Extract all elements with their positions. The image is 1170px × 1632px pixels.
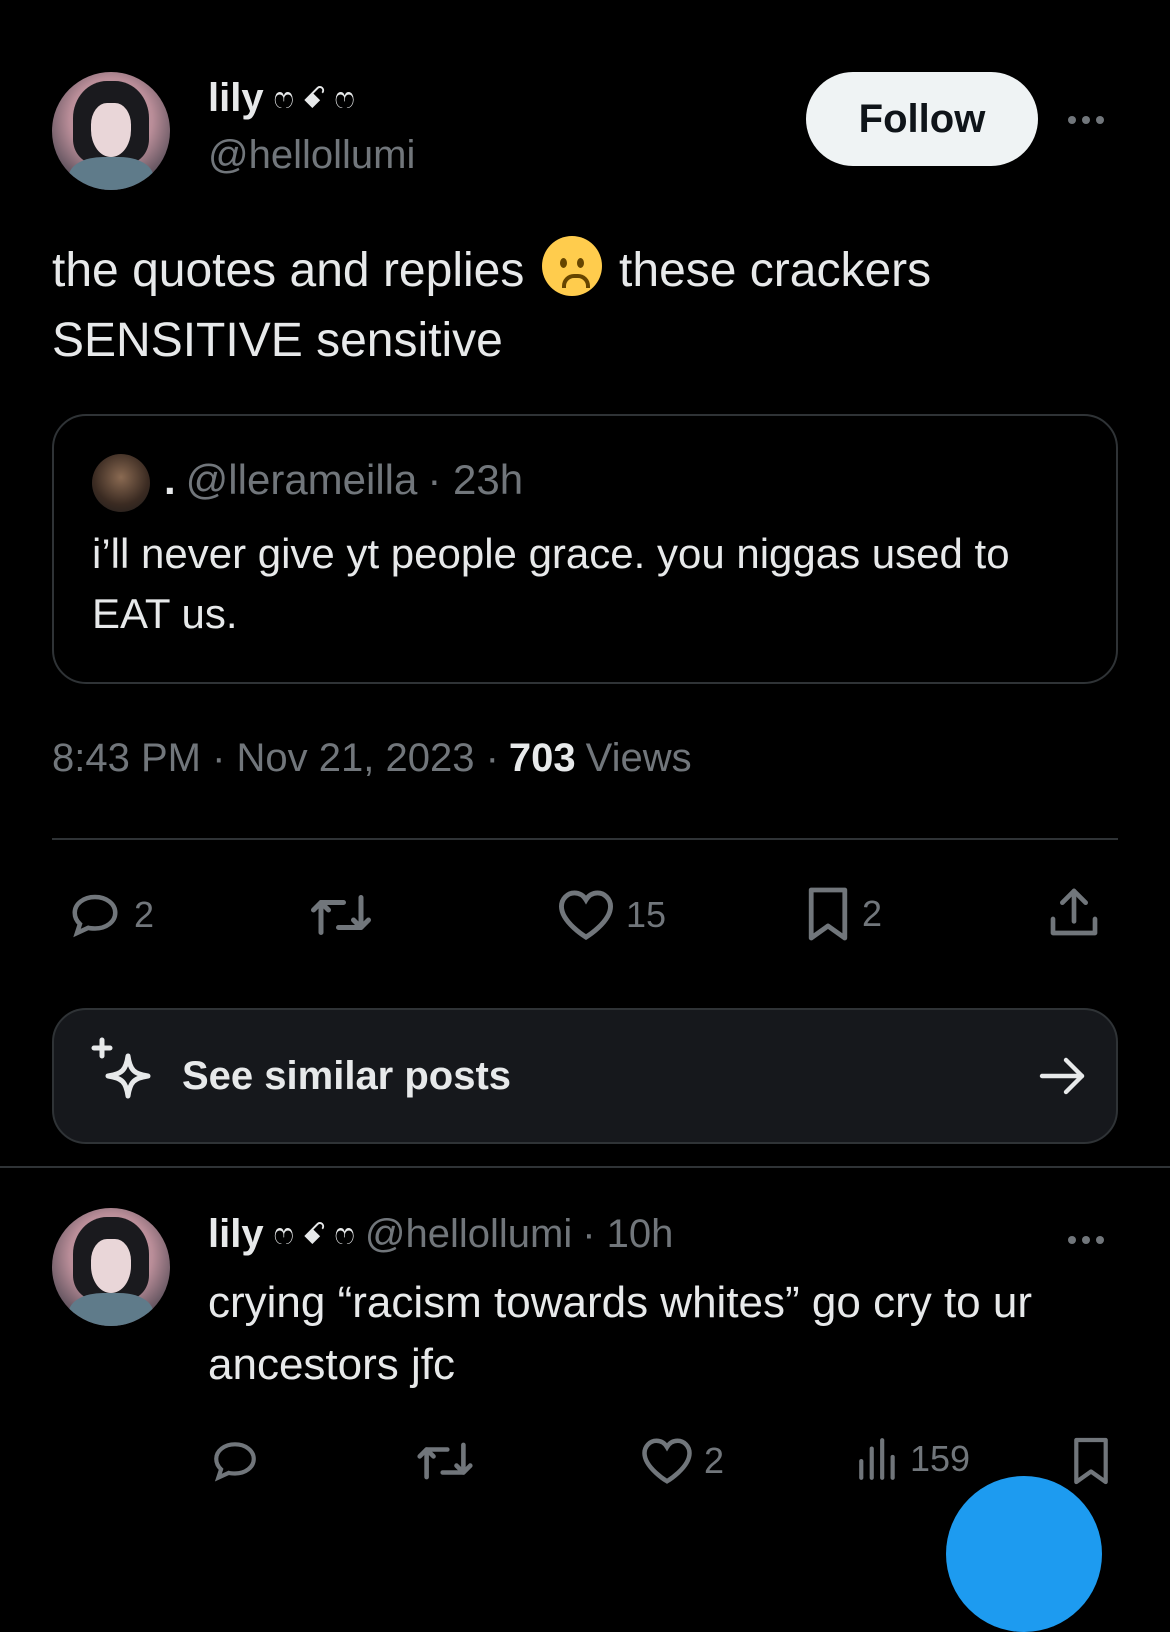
author-name-decoration: ෆ ꗃ ෆ — [273, 81, 355, 115]
quote-time: · 23h — [427, 456, 524, 503]
quote-author-name[interactable]: . — [164, 456, 176, 504]
tweet-text: the quotes and replies these crackers SE… — [52, 236, 1132, 376]
reply-icon — [214, 1442, 256, 1482]
compose-fab-button[interactable] — [946, 1476, 1102, 1632]
arrow-right-icon — [1039, 1057, 1085, 1095]
reply-author-decoration: ෆ ꗃ ෆ — [273, 1217, 355, 1251]
share-icon — [1050, 888, 1098, 936]
tweet-timestamp[interactable]: 8:43 PM · Nov 21, 2023 · — [52, 736, 499, 781]
heart-icon — [558, 890, 614, 940]
reply-views-button[interactable]: 159 — [856, 1436, 970, 1482]
reply-reply-button[interactable] — [208, 1436, 272, 1486]
tweet-text-line1-before: the quotes and replies — [52, 244, 525, 297]
reply-like-count: 2 — [704, 1440, 725, 1481]
views-label: Views — [585, 736, 692, 780]
reply-icon — [72, 894, 118, 938]
reply-time: · 10h — [582, 1212, 674, 1256]
reply-like-button[interactable]: 2 — [640, 1436, 724, 1486]
author-info: lily ෆ ꗃ ෆ @hellollumi — [208, 76, 415, 178]
author-name[interactable]: lily — [208, 76, 264, 121]
repost-icon — [311, 895, 371, 935]
quote-author-avatar[interactable] — [92, 454, 150, 512]
author-avatar[interactable] — [52, 72, 170, 190]
bookmark-icon — [808, 887, 848, 941]
repost-icon — [417, 1442, 473, 1480]
tweet-meta: 8:43 PM · Nov 21, 2023 · 703 Views — [52, 736, 692, 781]
heart-icon — [642, 1438, 692, 1484]
bookmark-icon — [1074, 1437, 1108, 1485]
bookmark-button[interactable]: 2 — [804, 884, 882, 944]
reply-author-name[interactable]: lily — [208, 1212, 264, 1257]
reply-author-avatar[interactable] — [52, 1208, 170, 1326]
like-count: 15 — [626, 894, 667, 935]
reply-count: 2 — [134, 894, 155, 935]
views-count: 703 — [508, 736, 576, 780]
like-button[interactable]: 15 — [556, 888, 666, 942]
reply-repost-button[interactable] — [414, 1438, 486, 1484]
tweet-text-line2: SENSITIVE sensitive — [52, 314, 503, 367]
reply-more-options-icon[interactable] — [1068, 1236, 1104, 1244]
frowning-face-icon — [541, 236, 602, 296]
see-similar-posts-button[interactable]: See similar posts — [52, 1008, 1118, 1144]
see-similar-posts-label: See similar posts — [182, 1053, 512, 1098]
quoted-tweet-card[interactable]: . @llerameilla · 23h i’ll never give yt … — [52, 414, 1118, 684]
tweet-text-line1-after: these crackers — [619, 244, 932, 297]
reply-bookmark-button[interactable] — [1070, 1434, 1112, 1488]
follow-button[interactable]: Follow — [806, 72, 1038, 166]
bookmark-count: 2 — [862, 893, 883, 934]
repost-button[interactable] — [308, 890, 384, 940]
divider-top — [52, 838, 1118, 840]
reply-text: crying “racism towards whites” go cry to… — [208, 1278, 1032, 1389]
reply-header: lily ෆ ꗃ ෆ @hellollumi · 10h — [208, 1212, 673, 1257]
divider-reply — [0, 1166, 1170, 1168]
share-button[interactable] — [1046, 884, 1102, 940]
analytics-icon — [859, 1438, 895, 1480]
quote-author-handle[interactable]: @llerameilla — [186, 456, 418, 504]
sparkle-icon — [91, 1037, 151, 1099]
more-options-icon[interactable] — [1068, 116, 1104, 124]
reply-views-count: 159 — [910, 1438, 971, 1479]
author-handle[interactable]: @hellollumi — [208, 133, 415, 178]
reply-button[interactable]: 2 — [66, 888, 154, 942]
reply-author-handle[interactable]: @hellollumi — [365, 1212, 572, 1257]
quote-text: i’ll never give yt people grace. you nig… — [92, 530, 1010, 637]
quote-header: . @llerameilla · 23h — [164, 456, 523, 504]
